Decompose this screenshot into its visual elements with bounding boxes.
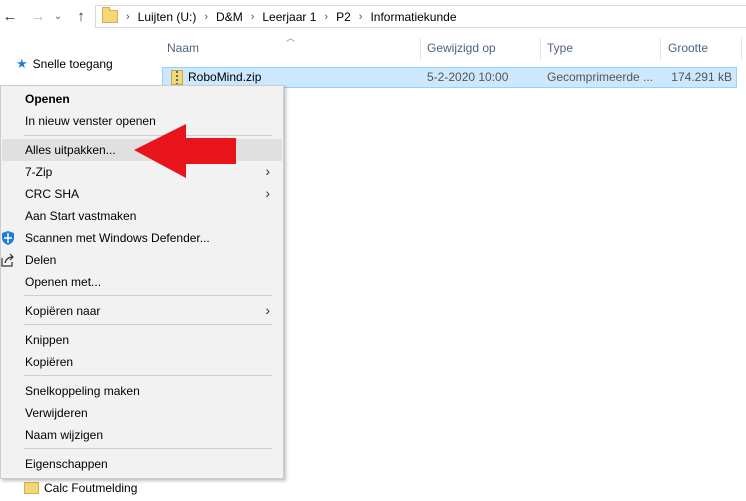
zip-folder-icon (171, 70, 183, 85)
column-divider[interactable] (660, 38, 661, 60)
menu-item-share[interactable]: Delen (1, 249, 282, 271)
menu-item-label: Snelkoppeling maken (25, 384, 140, 398)
defender-shield-icon (2, 231, 14, 245)
column-header-name[interactable]: Naam (167, 34, 199, 62)
menu-item-label: Eigenschappen (25, 457, 108, 471)
breadcrumb-informatiekunde[interactable]: Informatiekunde (370, 10, 456, 24)
column-divider[interactable] (741, 38, 742, 60)
chevron-right-icon[interactable]: › (324, 11, 328, 23)
menu-separator (24, 375, 272, 376)
up-arrow-icon[interactable]: ↑ (73, 8, 89, 26)
menu-item-crc-sha[interactable]: CRC SHA › (2, 183, 282, 205)
nav-item-calc-foutmelding[interactable]: Calc Foutmelding (24, 481, 137, 495)
menu-item-open[interactable]: Openen (2, 88, 282, 110)
menu-separator (24, 448, 272, 449)
quick-access-label: Snelle toegang (32, 57, 113, 71)
menu-item-label: Naam wijzigen (25, 428, 104, 442)
menu-item-label: Delen (25, 253, 57, 267)
file-type: Gecomprimeerde ... (547, 70, 654, 84)
menu-item-label: Aan Start vastmaken (25, 209, 137, 223)
column-divider[interactable] (540, 38, 541, 60)
menu-item-label: Openen met... (25, 275, 102, 289)
quick-access-item[interactable]: ★ Snelle toegang (16, 56, 113, 72)
chevron-right-icon[interactable]: › (126, 11, 130, 23)
column-header-size[interactable]: Grootte (668, 34, 708, 62)
breadcrumb-p2[interactable]: P2 (336, 10, 351, 24)
breadcrumb-leerjaar[interactable]: Leerjaar 1 (262, 10, 316, 24)
folder-icon (102, 7, 118, 23)
menu-item-scan-defender[interactable]: Scannen met Windows Defender... (2, 227, 282, 249)
share-icon (1, 253, 14, 267)
menu-item-label: 7-Zip (25, 165, 53, 179)
folder-icon (24, 482, 39, 494)
file-name: RoboMind.zip (188, 70, 262, 84)
star-icon: ★ (16, 56, 28, 71)
menu-item-label: CRC SHA (25, 187, 80, 201)
sort-ascending-icon: ︿ (286, 33, 296, 43)
chevron-right-icon: › (265, 185, 270, 201)
menu-separator (24, 295, 272, 296)
column-header-modified[interactable]: Gewijzigd op (427, 34, 496, 62)
breadcrumb-dm[interactable]: D&M (216, 10, 243, 24)
menu-item-properties[interactable]: Eigenschappen (2, 453, 282, 475)
menu-item-label: Scannen met Windows Defender... (25, 231, 210, 245)
nav-item-label: Calc Foutmelding (44, 481, 138, 495)
back-arrow-icon[interactable]: ← (2, 8, 18, 26)
recent-locations-chevron-icon[interactable]: ⌄ (50, 8, 66, 26)
red-arrow-annotation-icon (134, 124, 236, 178)
menu-separator (24, 324, 272, 325)
menu-item-copy-to[interactable]: Kopiëren naar › (2, 300, 282, 322)
column-divider[interactable] (420, 38, 421, 60)
chevron-right-icon[interactable]: › (204, 11, 208, 23)
menu-item-copy[interactable]: Kopiëren (2, 351, 282, 373)
chevron-right-icon[interactable]: › (251, 11, 255, 23)
address-bar[interactable]: › Luijten (U:) › D&M › Leerjaar 1 › P2 ›… (95, 5, 746, 28)
chevron-right-icon: › (265, 163, 270, 179)
menu-item-label: Kopiëren (25, 355, 74, 369)
menu-item-open-with[interactable]: Openen met... (2, 271, 282, 293)
menu-item-pin-start[interactable]: Aan Start vastmaken (2, 205, 282, 227)
menu-item-label: Alles uitpakken... (25, 143, 116, 157)
menu-item-label: Kopiëren naar (25, 304, 101, 318)
file-modified: 5-2-2020 10:00 (427, 70, 509, 84)
menu-item-cut[interactable]: Knippen (2, 329, 282, 351)
menu-item-label: Openen (25, 92, 70, 106)
menu-item-create-shortcut[interactable]: Snelkoppeling maken (2, 380, 282, 402)
menu-item-label: Verwijderen (25, 406, 88, 420)
forward-arrow-icon[interactable]: → (30, 8, 46, 26)
chevron-right-icon: › (265, 302, 270, 318)
menu-item-delete[interactable]: Verwijderen (2, 402, 282, 424)
file-size: 174.291 kB (671, 70, 732, 84)
breadcrumb-drive[interactable]: Luijten (U:) (138, 10, 197, 24)
address-row: ← → ⌄ ↑ › Luijten (U:) › D&M › Leerjaar … (0, 0, 746, 34)
menu-item-rename[interactable]: Naam wijzigen (2, 424, 282, 446)
chevron-right-icon[interactable]: › (359, 11, 363, 23)
menu-item-label: Knippen (25, 333, 70, 347)
column-header-type[interactable]: Type (547, 34, 573, 62)
